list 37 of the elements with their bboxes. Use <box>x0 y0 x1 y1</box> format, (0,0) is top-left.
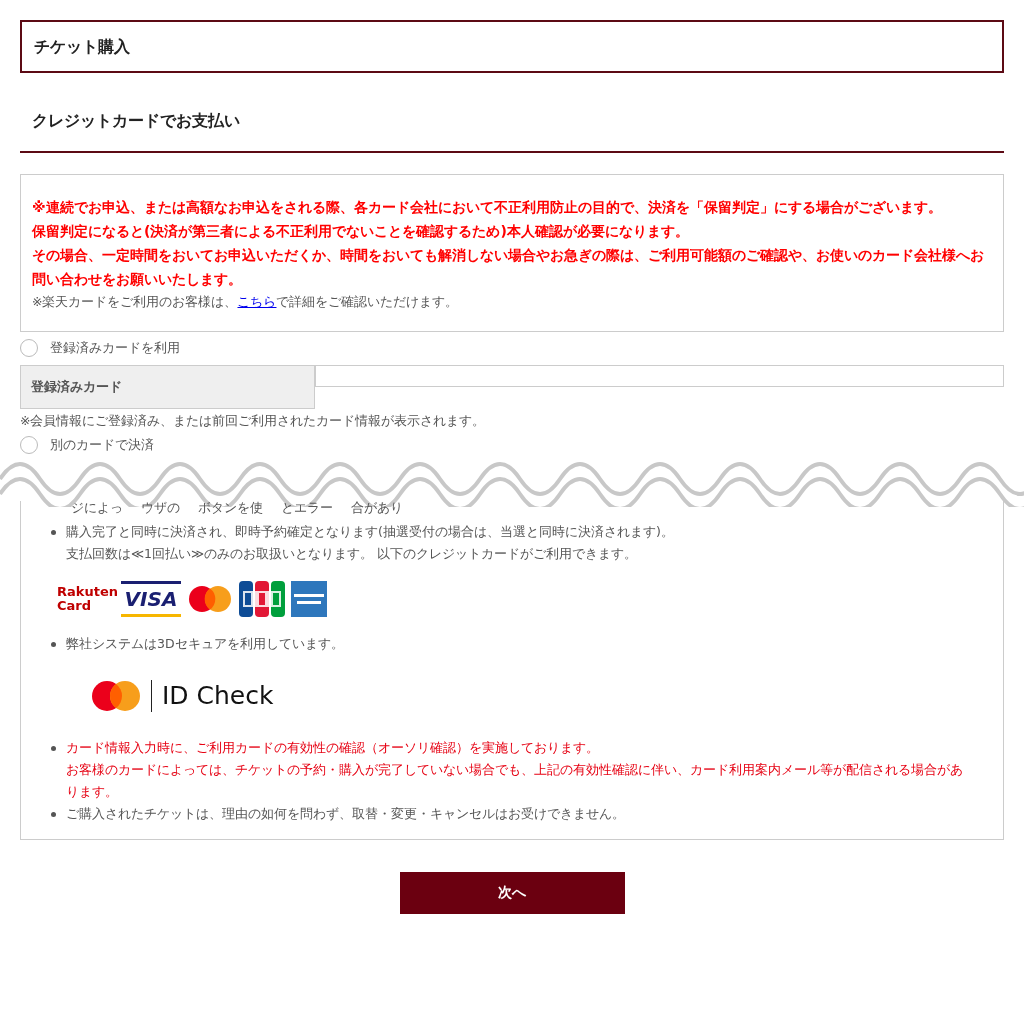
warning-text: 保留判定になると(決済が第三者による不正利用でないことを確認するため)本人確認が必要になります。 <box>32 222 690 241</box>
bullet-icon <box>51 642 56 647</box>
partial-text: ウザの <box>141 501 180 515</box>
info-line: 購入完了と同時に決済され、即時予約確定となります(抽選受付の場合は、当選と同時に決済されます)。 <box>66 523 674 541</box>
warning-text: その場合、一定時間をおいてお申込いただくか、時間をおいても解消しない場合やお急ぎの際は、ご利用可能額のご確認や、お使いのカード会社様へお問い合わせをお願いいたします。 <box>32 246 985 289</box>
partial-text: とエラー <box>281 501 333 515</box>
id-check-logo: ID Check <box>162 680 274 712</box>
info-line: 弊社システムは3Dセキュアを利用しています。 <box>66 635 344 653</box>
next-button[interactable]: 次へ <box>399 871 625 914</box>
radio-label: 登録済みカードを利用 <box>50 339 180 358</box>
page-title: チケット購入 <box>20 20 1004 73</box>
bullet-icon <box>51 745 56 751</box>
radio-button[interactable] <box>20 339 38 357</box>
note-text: ※会員情報にご登録済み、または前回ご利用されたカード情報が表示されます。 <box>20 412 487 430</box>
partial-text: 合があり <box>351 501 403 515</box>
detail-link[interactable]: こちら <box>237 294 277 309</box>
bullet-icon <box>51 811 56 817</box>
info-line: 支払回数は≪1回払い≫のみのお取扱いとなります。 以下のクレジットカードがご利用できます。 <box>66 545 639 563</box>
bullet-icon <box>51 530 56 535</box>
warning-text: ※連続でお申込、または高額なお申込をされる際、各カード会社において不正利用防止の目的で、決済を「保留判定」にする場合がございます。 <box>32 198 943 217</box>
amex-logo <box>291 581 327 617</box>
radio-label: 別のカードで決済 <box>50 436 154 455</box>
info-text: ※楽天カードをご利用のお客様は、こちら で詳細をご確認いただけます。 <box>32 293 460 311</box>
partial-text: ボタンを使 <box>198 501 263 515</box>
section-heading: クレジットカードでお支払い <box>20 109 1004 153</box>
info-line: お客様のカードによっては、チケットの予約・購入が完了していない場合でも、上記の有効性確認に伴い、カード利用案内メール等が配信される場合があります。 <box>66 760 964 801</box>
visa-logo: VISA <box>121 581 181 617</box>
mastercard-icon <box>91 679 141 712</box>
mastercard-logo <box>187 584 233 614</box>
radio-button[interactable] <box>20 436 38 454</box>
field-label: 登録済みカード <box>20 365 315 409</box>
partial-text: ジによっ <box>71 501 123 515</box>
registered-card-select[interactable] <box>315 365 1004 387</box>
rakuten-card-logo: Rakuten Card <box>57 585 115 613</box>
info-line: ご購入されたチケットは、理由の如何を問わず、取替・変更・キャンセルはお受けできません。 <box>66 804 625 823</box>
info-line: カード情報入力時に、ご利用カードの有効性の確認（オーソリ確認）を実施しております。 <box>66 738 600 757</box>
jcb-logo <box>239 581 285 617</box>
